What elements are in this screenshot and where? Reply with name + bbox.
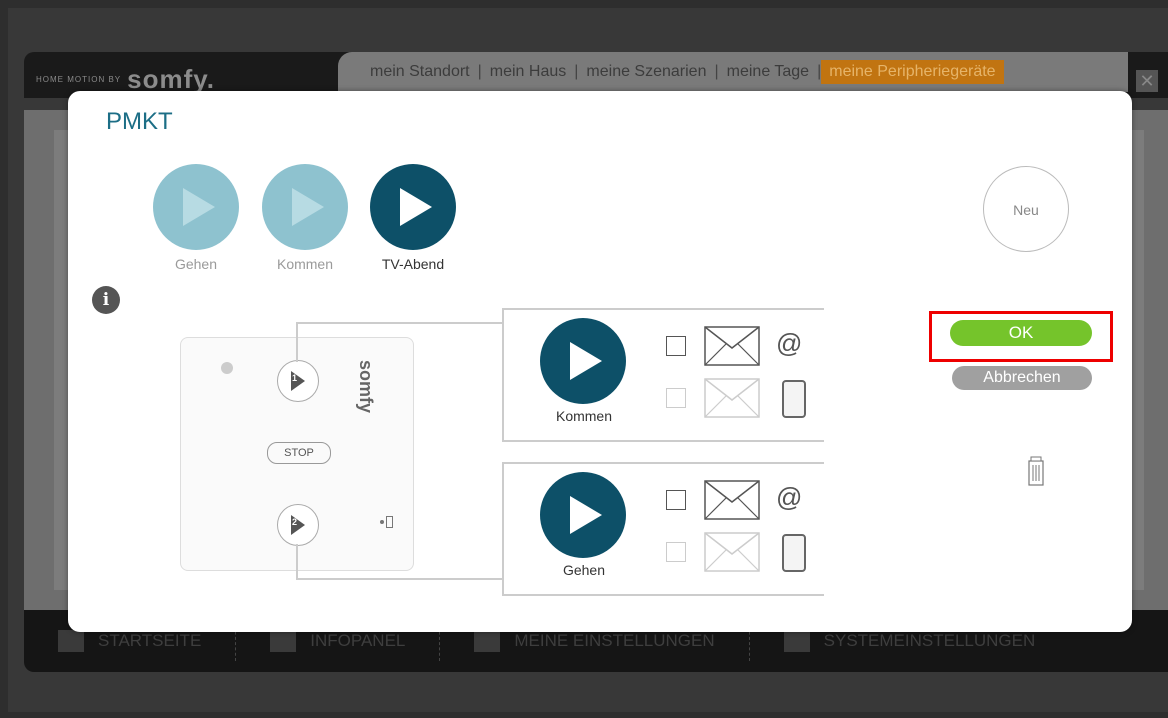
footer-label: STARTSEITE [98,631,202,650]
new-scenario-button[interactable]: Neu [983,166,1069,252]
tab-mein-standort[interactable]: mein Standort [362,63,478,81]
battery-icon [386,516,393,528]
tab-meine-szenarien[interactable]: meine Szenarien [578,63,714,81]
scenario-label: Kommen [276,256,334,272]
play-icon[interactable] [540,472,626,558]
connector-line [296,322,298,362]
assignment-card-gehen: Gehen @ [502,462,824,596]
envelope-icon [704,378,760,418]
assignment-label: Kommen [555,408,613,424]
scenario-label: TV-Abend [381,256,445,272]
play-icon[interactable] [540,318,626,404]
mobile-phone-icon [782,534,806,572]
highlight-box [929,311,1113,362]
play-icon [262,164,348,250]
footer-label: MEINE EINSTELLUNGEN [514,631,715,650]
led-indicator [221,362,233,374]
info-icon[interactable]: i [92,286,120,314]
tab-meine-peripheriegeraete[interactable]: meine Peripheriegeräte [821,60,1004,84]
envelope-icon [704,532,760,572]
assignment-label: Gehen [562,562,606,578]
footer-label: INFOPANEL [310,631,406,650]
brand-tagline: HOME MOTION BY [36,75,122,84]
sms-checkbox[interactable] [666,388,686,408]
trash-icon[interactable] [1027,455,1045,487]
scenario-gehen[interactable]: Gehen [151,164,241,272]
list-icon [270,630,297,652]
scenario-label: Gehen [174,256,218,272]
connector-line [296,322,502,324]
mobile-phone-icon [782,380,806,418]
nav-tabs: mein Standort | mein Haus | meine Szenar… [338,52,1128,92]
scenario-tv-abend[interactable]: TV-Abend [368,164,458,272]
user-icon [474,630,501,652]
play-icon [370,164,456,250]
cancel-button[interactable]: Abbrechen [952,366,1092,390]
sms-checkbox[interactable] [666,542,686,562]
remote-logo: somfy [356,360,376,414]
envelope-icon [704,480,760,520]
remote-stop-button[interactable]: STOP [267,442,331,464]
play-icon [153,164,239,250]
at-icon: @ [776,482,803,512]
assignment-card-kommen: Kommen @ [502,308,824,442]
at-icon: @ [776,328,803,358]
connector-line [296,544,298,579]
connector-line [296,578,502,580]
home-icon [58,630,84,652]
close-icon[interactable]: ✕ [1136,70,1158,92]
dialog-title: PMKT [106,108,173,135]
remote-button-2[interactable]: 2 [277,504,319,546]
email-checkbox[interactable] [666,336,686,356]
gear-icon [783,630,810,652]
envelope-icon [704,326,760,366]
tab-mein-haus[interactable]: mein Haus [482,63,574,81]
remote-button-1[interactable]: 1 [277,360,319,402]
footer-label: SYSTEMEINSTELLUNGEN [823,631,1036,650]
tab-meine-tage[interactable]: meine Tage [719,63,817,81]
scenario-kommen[interactable]: Kommen [260,164,350,272]
email-checkbox[interactable] [666,490,686,510]
remote-dot [380,520,384,524]
